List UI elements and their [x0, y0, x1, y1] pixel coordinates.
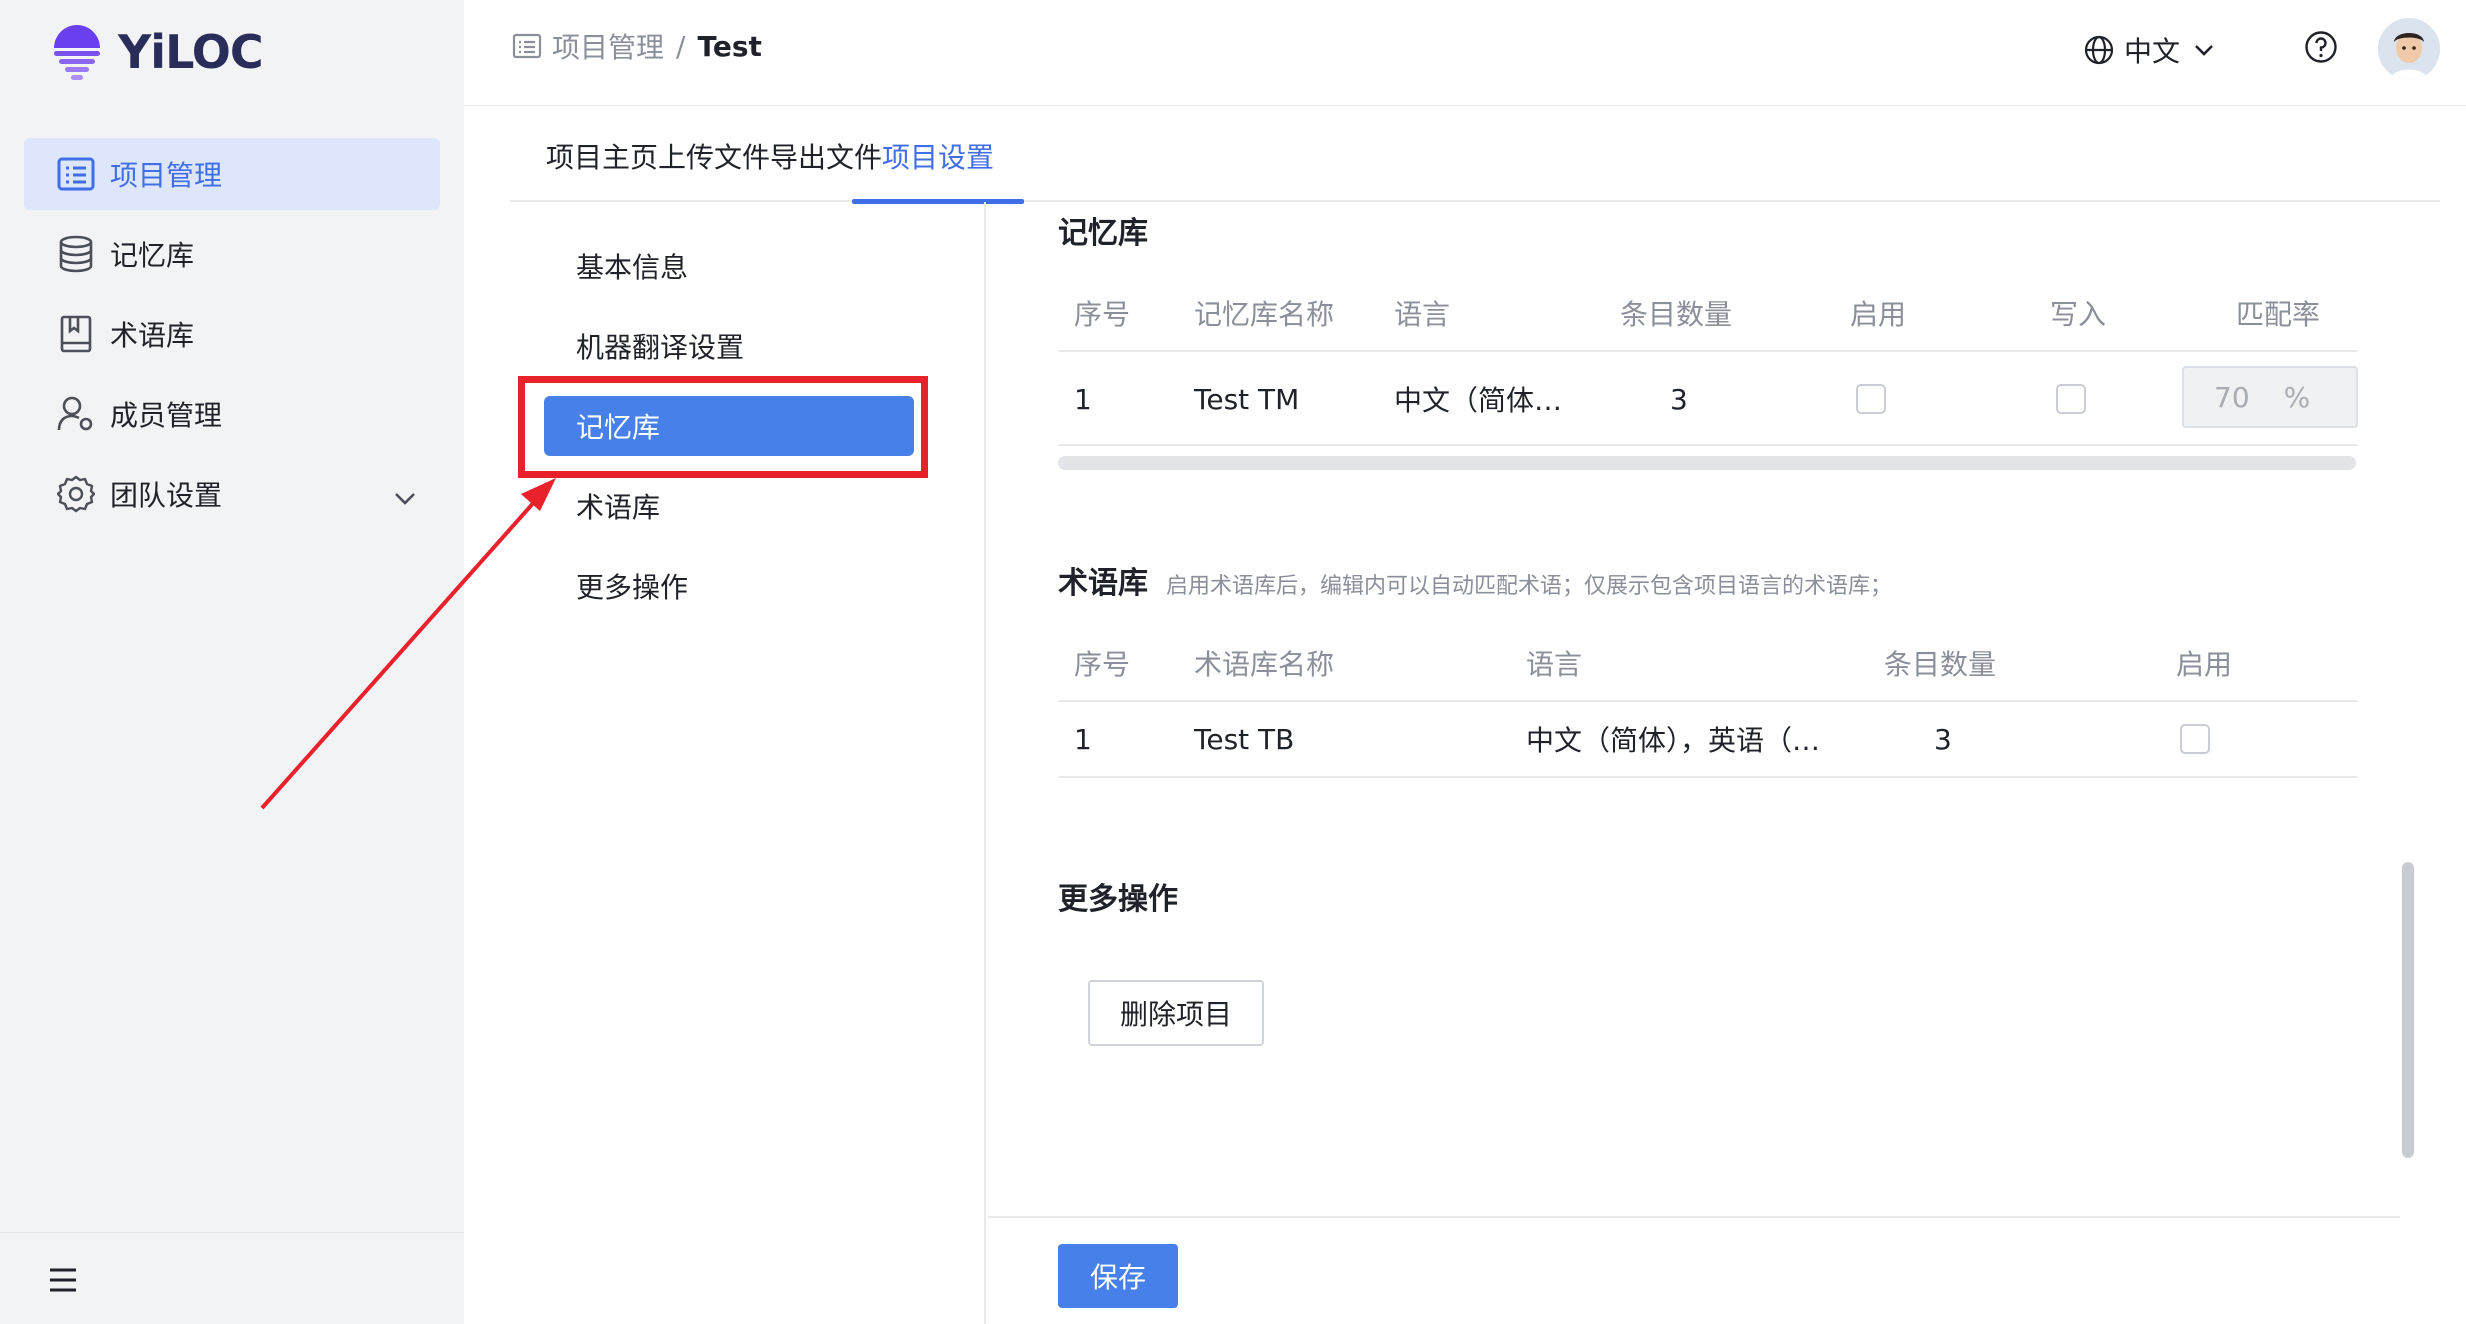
breadcrumb-root[interactable]: 项目管理: [552, 26, 664, 66]
column-header: 启用: [2176, 648, 2233, 681]
language-label: 中文: [2124, 35, 2181, 68]
tm-table: 序号 记忆库名称 语言 条目数量 启用 写入 匹配率 1 Test TM 中文（…: [1058, 276, 2358, 446]
breadcrumb-current: Test: [697, 29, 762, 63]
column-header: 条目数量: [1884, 648, 1997, 681]
globe-icon: [2084, 35, 2114, 65]
column-header: 条目数量: [1620, 298, 1733, 331]
logo-text: YiLOC: [118, 25, 264, 79]
column-header: 匹配率: [2236, 298, 2321, 331]
column-header: 语言: [1526, 648, 1583, 681]
tb-enable-checkbox[interactable]: [2180, 724, 2210, 754]
yiloc-logo-icon: [50, 24, 104, 80]
tm-write-checkbox[interactable]: [2056, 384, 2086, 414]
member-settings-icon: [56, 394, 96, 434]
settings-menu-more-actions[interactable]: 更多操作: [544, 556, 914, 616]
save-button[interactable]: 保存: [1058, 1244, 1178, 1308]
chevron-down-icon: [2194, 44, 2214, 56]
column-header: 启用: [1850, 298, 1907, 331]
chevron-down-icon[interactable]: [394, 480, 416, 513]
help-circle-icon[interactable]: [2304, 30, 2338, 71]
sidebar-item-team-settings[interactable]: 团队设置: [24, 458, 440, 530]
tm-section-title: 记忆库: [1058, 216, 1148, 251]
sidebar-nav: 项目管理 记忆库 术语库 成员管理 团队设置: [24, 138, 440, 538]
tm-row-index: 1: [1074, 382, 1092, 416]
table-row: 1 Test TB 中文（简体），英语（… 3: [1058, 702, 2358, 778]
tm-row-name: Test TM: [1194, 382, 1300, 416]
tm-write-checkbox-cell: [2056, 352, 2086, 446]
sidebar-item-label: 团队设置: [110, 479, 223, 512]
database-icon: [56, 234, 96, 274]
tm-table-horizontal-scrollbar[interactable]: [1058, 456, 2356, 470]
sidebar: YiLOC 项目管理 记忆库 术语库 成员管理 团队设置: [0, 0, 464, 1324]
top-header: 项目管理 / Test 中文: [464, 0, 2466, 106]
settings-footer: 保存: [988, 1216, 2400, 1324]
project-tabs: 项目主页 上传文件 导出文件 项目设置: [510, 106, 2440, 204]
tm-match-rate-input[interactable]: 70 %: [2182, 366, 2358, 428]
column-header: 术语库名称: [1194, 648, 1335, 681]
tm-enable-checkbox[interactable]: [1856, 384, 1886, 414]
tm-match-rate-value: 70: [2214, 380, 2250, 414]
tab-export-files[interactable]: 导出文件: [770, 136, 882, 202]
tb-section-title-row: 术语库 启用术语库后，编辑内可以自动匹配术语；仅展示包含项目语言的术语库；: [1058, 558, 1892, 602]
table-header: 序号 记忆库名称 语言 条目数量 启用 写入 匹配率: [1058, 276, 2358, 352]
project-list-icon: [56, 154, 96, 194]
tb-row-index: 1: [1074, 722, 1092, 756]
tb-row-name-link[interactable]: Test TB: [1194, 702, 1294, 776]
column-header: 写入: [2050, 298, 2107, 331]
sidebar-item-label: 成员管理: [110, 399, 223, 432]
breadcrumb: 项目管理 / Test: [512, 26, 762, 66]
book-icon: [56, 314, 96, 354]
delete-project-button[interactable]: 删除项目: [1088, 980, 1264, 1046]
column-header: 记忆库名称: [1194, 298, 1335, 331]
sidebar-item-label: 项目管理: [110, 159, 223, 192]
content-vertical-scrollbar[interactable]: [2402, 862, 2414, 1158]
annotation-highlight-box: [518, 376, 928, 478]
language-selector[interactable]: 中文: [2084, 30, 2214, 70]
sidebar-item-label: 术语库: [110, 319, 195, 352]
tb-section-hint: 启用术语库后，编辑内可以自动匹配术语；仅展示包含项目语言的术语库；: [1166, 574, 1893, 599]
tab-project-home[interactable]: 项目主页: [546, 136, 658, 202]
tm-row-language: 中文（简体…: [1394, 384, 1563, 417]
column-header: 序号: [1074, 648, 1131, 681]
settings-menu-termbase[interactable]: 术语库: [544, 476, 914, 536]
sidebar-item-project-management[interactable]: 项目管理: [24, 138, 440, 210]
hamburger-menu-icon[interactable]: [48, 1267, 78, 1300]
tm-match-rate-unit: %: [2283, 380, 2311, 414]
settings-menu-mt-settings[interactable]: 机器翻译设置: [544, 316, 914, 376]
tb-enable-checkbox-cell: [2180, 702, 2210, 776]
tb-section-title: 术语库: [1058, 566, 1148, 601]
settings-menu-basic-info[interactable]: 基本信息: [544, 236, 914, 296]
column-header: 语言: [1394, 298, 1451, 331]
column-header: 序号: [1074, 298, 1131, 331]
sidebar-item-label: 记忆库: [110, 239, 195, 272]
tm-enable-checkbox-cell: [1856, 352, 1886, 446]
tb-table: 序号 术语库名称 语言 条目数量 启用 1 Test TB 中文（简体），英语（…: [1058, 626, 2358, 778]
sidebar-item-termbase[interactable]: 术语库: [24, 298, 440, 370]
more-section-title: 更多操作: [1058, 882, 1178, 917]
user-avatar[interactable]: [2378, 18, 2440, 80]
tb-row-language: 中文（简体），英语（…: [1526, 724, 1821, 757]
tb-row-count: 3: [1934, 722, 1952, 756]
settings-menu: 基本信息 机器翻译设置 记忆库 术语库 更多操作: [510, 202, 986, 1324]
tab-project-settings[interactable]: 项目设置: [851, 136, 1025, 204]
table-row: 1 Test TM 中文（简体… 3 70 %: [1058, 352, 2358, 446]
sidebar-footer: [0, 1232, 464, 1324]
sidebar-item-memory[interactable]: 记忆库: [24, 218, 440, 290]
sidebar-item-members[interactable]: 成员管理: [24, 378, 440, 450]
folder-icon: [512, 33, 542, 59]
settings-content: 记忆库 序号 记忆库名称 语言 条目数量 启用 写入 匹配率 1 Test TM…: [988, 202, 2436, 1216]
gear-icon: [56, 474, 96, 514]
table-header: 序号 术语库名称 语言 条目数量 启用: [1058, 626, 2358, 702]
logo[interactable]: YiLOC: [50, 22, 264, 82]
tab-upload-files[interactable]: 上传文件: [658, 136, 770, 202]
breadcrumb-separator: /: [676, 29, 686, 63]
tm-row-count: 3: [1670, 382, 1688, 416]
